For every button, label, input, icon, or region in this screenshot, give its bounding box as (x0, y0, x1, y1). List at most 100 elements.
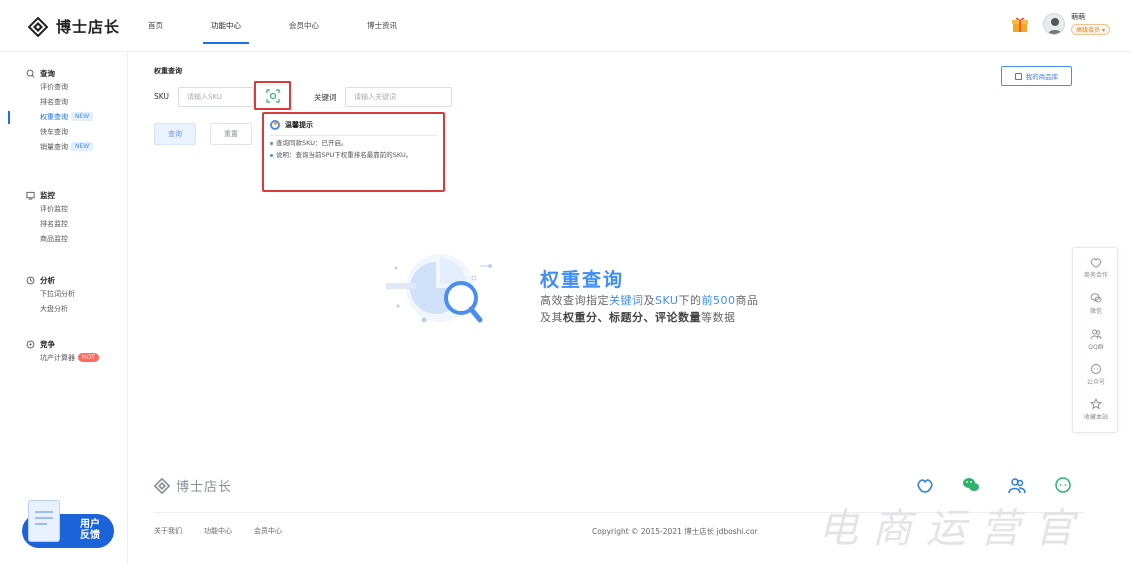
sidebar-item-weight-query[interactable]: 权重查询 NEW (0, 110, 128, 125)
footer-links: 关于我们 功能中心 会员中心 (154, 526, 304, 536)
float-label: QQ群 (1088, 344, 1104, 351)
chat-bubble-icon (1091, 364, 1101, 374)
chat-bubble-icon[interactable] (1054, 476, 1072, 494)
float-label: 微信 (1089, 308, 1102, 315)
sidebar-item-rank-query[interactable]: 排名查询 (0, 95, 128, 110)
menu-head-analysis: 分析 (0, 273, 128, 287)
menu-head-label: 监控 (40, 190, 55, 200)
menu-group-analysis: 分析 下拉词分析 大盘分析 (0, 273, 128, 317)
sidebar-item-label: 快车查询 (40, 128, 68, 136)
feedback-label: 用户 反馈 (70, 519, 100, 541)
hero-highlight: 关键词 (609, 294, 644, 307)
menu-head-label: 竞争 (40, 339, 55, 349)
hero-line-1: 高效查询指定关键词及SKU下的前500商品 (540, 292, 758, 308)
sidebar-item-review-query[interactable]: 评价查询 (0, 80, 128, 95)
sidebar-item-label: 坑产计算器 (40, 354, 75, 362)
gift-icon[interactable] (1011, 15, 1029, 33)
sku-label: SKU (154, 92, 169, 101)
new-badge: NEW (71, 142, 94, 151)
tip-header: 温馨提示 (270, 120, 437, 136)
new-badge: NEW (71, 112, 94, 121)
sidebar-item-express-query[interactable]: 快车查询 (0, 125, 128, 140)
sidebar-item-label: 销量查询 (40, 143, 68, 151)
hero-bold: 权重分、标题分、评论数量 (563, 311, 701, 324)
sidebar-item-review-monitor[interactable]: 评价监控 (0, 202, 128, 217)
sidebar-item-sales-query[interactable]: 销量查询 NEW (0, 140, 128, 155)
footer-link-member-center[interactable]: 会员中心 (254, 526, 282, 536)
right-float-bar: 商务合作 微信 QQ群 公众号 收藏本站 (1072, 247, 1118, 433)
nav-home[interactable]: 首页 (148, 0, 163, 52)
my-library-label: 我的商品库 (1025, 73, 1059, 81)
footer-logo: 博士店长 (154, 476, 232, 495)
menu-group-monitor: 监控 评价监控 排名监控 商品监控 (0, 188, 128, 247)
tip-line-2: 说明：查询当前SPU下权重排名最靠前的SKU。 (270, 151, 437, 160)
monitor-icon (26, 191, 35, 200)
main-nav: 首页 功能中心 会员中心 博士资讯 (148, 0, 445, 52)
clock-icon (26, 276, 35, 284)
copyright-text: Copyright © 2015-2021 博士店长 jdboshi.cor (592, 527, 758, 536)
brand-logo[interactable]: 博士店长 (28, 16, 120, 37)
footer-link-about[interactable]: 关于我们 (154, 526, 182, 536)
menu-head-compete: 竞争 (0, 337, 128, 351)
sidebar-item-label: 商品监控 (40, 235, 68, 243)
watermark: 电商运营官 (818, 506, 1088, 552)
float-label: 公众号 (1086, 379, 1105, 386)
footer-social-icons (916, 476, 1100, 494)
user-name: 萌萌 (1071, 13, 1086, 21)
logo-icon (154, 477, 170, 494)
sidebar-item-label: 评价查询 (40, 83, 68, 91)
sidebar-item-pit-calculator[interactable]: 坑产计算器 HOT (0, 351, 128, 366)
keyword-input[interactable]: 请输入关键词 (345, 87, 452, 107)
keyword-label: 关键词 (314, 93, 337, 102)
sidebar-item-label: 权重查询 (40, 113, 68, 121)
float-official-account[interactable]: 公众号 (1073, 363, 1119, 386)
float-wechat[interactable]: 微信 (1073, 292, 1119, 315)
query-button[interactable]: 查询 (154, 123, 196, 145)
feedback-line1: 用户 (80, 519, 100, 530)
top-header: 博士店长 首页 功能中心 会员中心 博士资讯 萌萌 高级会员 ▾ (0, 0, 1132, 52)
tip-title: 温馨提示 (285, 121, 313, 129)
sku-input[interactable]: 请输入SKU (178, 87, 254, 107)
nav-function-center[interactable]: 功能中心 (203, 0, 249, 52)
group-icon (1090, 329, 1102, 340)
nav-member-center[interactable]: 会员中心 (289, 0, 319, 52)
tip-bulb-icon (270, 120, 280, 130)
sidebar-item-label: 大盘分析 (40, 305, 68, 313)
my-product-library-button[interactable]: 我的商品库 (1001, 66, 1072, 86)
handshake-icon[interactable] (916, 476, 934, 494)
float-qq-group[interactable]: QQ群 (1073, 328, 1119, 351)
library-icon (1014, 72, 1022, 80)
nav-news[interactable]: 博士资讯 (367, 0, 397, 52)
user-feedback-button[interactable]: 用户 反馈 (22, 500, 114, 550)
page-title: 权重查询 (154, 67, 182, 75)
float-bookmark[interactable]: 收藏本站 (1073, 398, 1119, 421)
user-info[interactable]: 萌萌 高级会员 ▾ (1071, 12, 1110, 35)
hero-text: 等数据 (701, 311, 736, 324)
member-level-badge[interactable]: 高级会员 ▾ (1071, 24, 1110, 35)
group-icon[interactable] (1008, 476, 1026, 494)
tip-line-1: 查询同款SKU：已开启。 (270, 139, 437, 148)
menu-head-label: 分析 (40, 275, 55, 285)
sidebar-item-label: 评价监控 (40, 205, 68, 213)
sidebar-item-product-monitor[interactable]: 商品监控 (0, 232, 128, 247)
hero-title: 权重查询 (540, 269, 625, 291)
footer-link-function-center[interactable]: 功能中心 (204, 526, 232, 536)
float-business-coop[interactable]: 商务合作 (1073, 256, 1119, 279)
sidebar-item-rank-monitor[interactable]: 排名监控 (0, 217, 128, 232)
footer-brand: 博士店长 (176, 480, 233, 495)
wechat-icon[interactable] (962, 476, 980, 494)
compete-icon (26, 340, 35, 348)
sidebar-item-label: 排名查询 (40, 98, 68, 106)
hero-text: 下的 (678, 294, 702, 307)
hero-text: 及 (643, 294, 655, 307)
hero-highlight: 前500 (701, 294, 736, 307)
menu-head-label: 查询 (40, 68, 55, 78)
sidebar-item-dropdown-analysis[interactable]: 下拉词分析 (0, 287, 128, 302)
reset-button[interactable]: 重置 (210, 123, 252, 145)
sidebar-item-market-analysis[interactable]: 大盘分析 (0, 302, 128, 317)
scan-icon[interactable] (265, 88, 280, 103)
handshake-icon (1090, 258, 1102, 268)
avatar[interactable] (1043, 12, 1066, 35)
float-label: 收藏本站 (1083, 414, 1108, 421)
hero-highlight: SKU (655, 294, 679, 307)
